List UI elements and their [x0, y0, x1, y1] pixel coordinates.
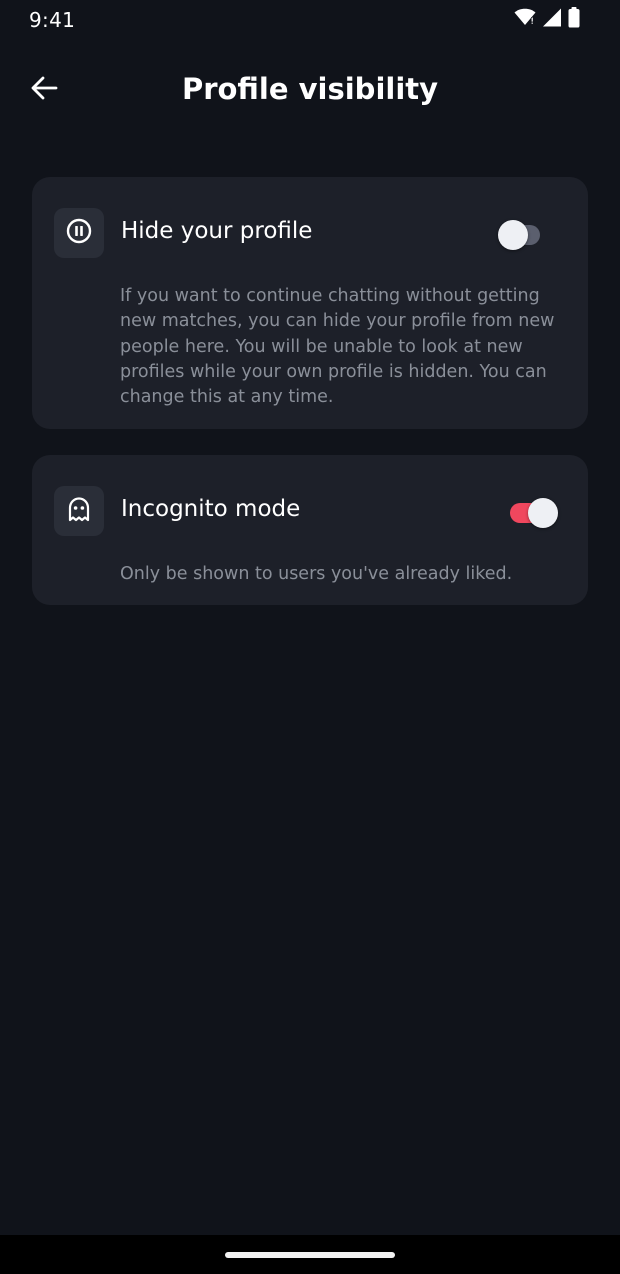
- ghost-icon: [66, 496, 92, 526]
- hide-profile-card: Hide your profile If you want to continu…: [32, 177, 588, 429]
- toggle-thumb: [498, 220, 528, 250]
- incognito-toggle[interactable]: [500, 493, 562, 529]
- toggle-thumb: [528, 498, 558, 528]
- icon-box: [54, 486, 104, 536]
- icon-box: [54, 208, 104, 258]
- header: Profile visibility: [0, 60, 620, 120]
- hide-profile-description: If you want to continue chatting without…: [120, 286, 555, 408]
- hide-profile-toggle[interactable]: [490, 215, 552, 251]
- wifi-icon: [514, 8, 536, 30]
- status-bar: 9:41: [0, 0, 620, 40]
- incognito-description: Only be shown to users you've already li…: [120, 564, 513, 584]
- incognito-card: Incognito mode Only be shown to users yo…: [32, 455, 588, 605]
- incognito-title: Incognito mode: [121, 496, 301, 522]
- system-navigation-bar: [0, 1235, 620, 1274]
- battery-icon: [568, 6, 580, 32]
- status-icons: [514, 6, 580, 32]
- status-time: 9:41: [29, 8, 76, 32]
- home-indicator[interactable]: [225, 1252, 395, 1258]
- hide-profile-title: Hide your profile: [121, 218, 313, 244]
- signal-icon: [542, 8, 562, 31]
- page-title: Profile visibility: [181, 72, 439, 106]
- pause-circle-icon: [66, 218, 92, 248]
